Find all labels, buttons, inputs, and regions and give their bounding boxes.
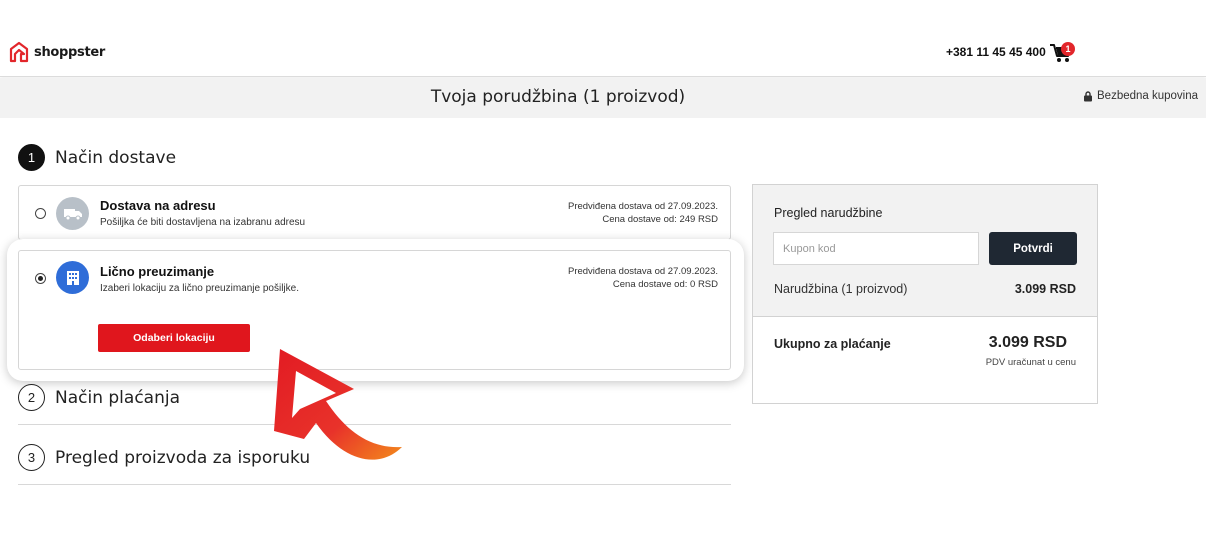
order-summary-panel: Pregled narudžbine Potvrdi Narudžbina (1… xyxy=(752,184,1098,404)
step-payment[interactable]: 2 Način plaćanja xyxy=(18,384,180,411)
option-info: Predviđena dostava od 27.09.2023. Cena d… xyxy=(568,200,718,226)
delivery-price: Cena dostave od: 0 RSD xyxy=(612,279,718,290)
page-title: Tvoja porudžbina (1 proizvod) xyxy=(430,87,686,107)
option-info: Predviđena dostava od 27.09.2023. Cena d… xyxy=(568,265,718,291)
choose-location-button[interactable]: Odaberi lokaciju xyxy=(98,324,250,352)
summary-title: Pregled narudžbine xyxy=(774,206,883,220)
coupon-input[interactable] xyxy=(773,232,979,265)
option-title: Dostava na adresu xyxy=(100,198,216,213)
step-number: 1 xyxy=(18,144,45,171)
confirm-coupon-button[interactable]: Potvrdi xyxy=(989,232,1077,265)
delivery-eta: Predviđena dostava od 27.09.2023. xyxy=(567,266,718,277)
delivery-price: Cena dostave od: 249 RSD xyxy=(602,214,718,225)
truck-icon xyxy=(56,197,89,230)
option-subtitle: Izaberi lokaciju za lično preuzimanje po… xyxy=(100,283,299,294)
order-subtotal-value: 3.099 RSD xyxy=(1014,282,1076,296)
step-delivery: 1 Način dostave xyxy=(18,144,176,171)
pointer-arrow-icon xyxy=(274,349,402,460)
vat-note: PDV uračunat u cenu xyxy=(985,357,1076,368)
cart-count-badge: 1 xyxy=(1061,42,1075,56)
secure-label: Bezbedna kupovina xyxy=(1097,90,1199,102)
step-label: Način plaćanja xyxy=(55,387,180,408)
total-label: Ukupno za plaćanje xyxy=(774,337,891,351)
option-subtitle: Pošiljka će biti dostavljena na izabranu… xyxy=(100,217,306,228)
radio-pickup[interactable] xyxy=(35,273,46,284)
delivery-eta: Predviđena dostava od 27.09.2023. xyxy=(567,201,718,212)
building-icon xyxy=(56,261,89,294)
logo[interactable]: shoppster xyxy=(8,41,105,63)
step-number: 2 xyxy=(18,384,45,411)
option-title: Lično preuzimanje xyxy=(100,264,215,279)
phone-number[interactable]: +381 11 45 45 400 xyxy=(946,45,1046,59)
total-value: 3.099 RSD xyxy=(988,334,1067,351)
divider xyxy=(18,484,731,485)
step-number: 3 xyxy=(18,444,45,471)
radio-address[interactable] xyxy=(35,208,46,219)
secure-purchase: Bezbedna kupovina xyxy=(1083,90,1198,102)
lock-icon xyxy=(1084,90,1092,101)
step-label: Način dostave xyxy=(55,147,177,168)
top-header xyxy=(0,0,1206,77)
order-subtotal-label: Narudžbina (1 proizvod) xyxy=(774,282,908,296)
summary-top: Pregled narudžbine Potvrdi Narudžbina (1… xyxy=(753,185,1097,317)
logo-text: shoppster xyxy=(34,44,106,60)
shoppster-logo-icon xyxy=(9,41,29,63)
delivery-option-address[interactable]: Dostava na adresu Pošiljka će biti dosta… xyxy=(18,185,731,240)
